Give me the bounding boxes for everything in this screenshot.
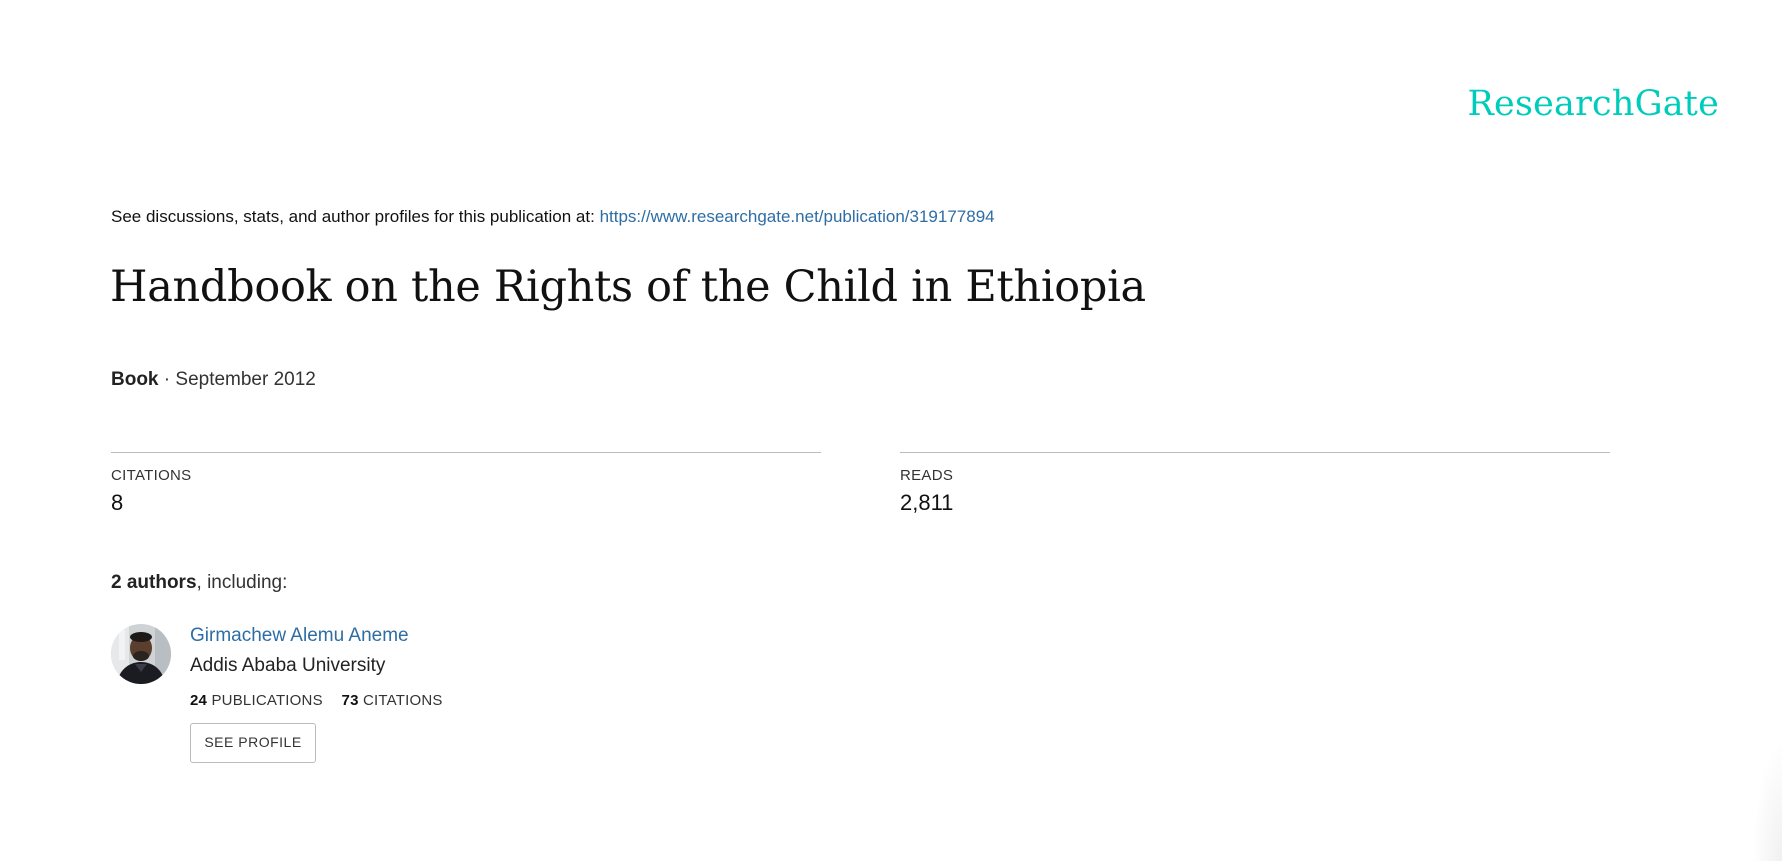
author-info: Girmachew Alemu Aneme Addis Ababa Univer… — [190, 624, 443, 763]
header-intro-text: See discussions, stats, and author profi… — [111, 207, 595, 226]
author-avatar[interactable] — [111, 624, 171, 684]
author-citations-label: CITATIONS — [363, 692, 443, 709]
reads-label: READS — [900, 467, 954, 484]
author-stats: 24 PUBLICATIONS 73 CITATIONS — [190, 692, 443, 709]
reads-stat: READS 2,811 — [900, 452, 1610, 516]
publication-url-link[interactable]: https://www.researchgate.net/publication… — [600, 207, 995, 226]
avatar-portrait-icon — [111, 624, 171, 684]
publication-meta: Book · September 2012 — [111, 369, 316, 391]
reads-value: 2,811 — [900, 490, 954, 515]
citations-stat: CITATIONS 8 — [111, 452, 821, 516]
author-citations-count: 73 — [341, 692, 359, 709]
publication-date: September 2012 — [175, 369, 316, 390]
publication-cover-page: ResearchGate See discussions, stats, and… — [0, 0, 1782, 861]
see-profile-button[interactable]: SEE PROFILE — [190, 723, 316, 763]
author-institution: Addis Ababa University — [190, 655, 386, 676]
header-line: See discussions, stats, and author profi… — [111, 207, 995, 227]
citations-value: 8 — [111, 490, 124, 515]
page-corner-shadow — [1752, 741, 1782, 861]
author-publications-label: PUBLICATIONS — [211, 692, 323, 709]
meta-separator: · — [158, 369, 176, 390]
authors-count: 2 authors — [111, 572, 197, 593]
author-publications-count: 24 — [190, 692, 208, 709]
author-name-link[interactable]: Girmachew Alemu Aneme — [190, 625, 443, 647]
authors-suffix: , including: — [196, 572, 288, 593]
publication-type: Book — [111, 369, 159, 390]
publication-title: Handbook on the Rights of the Child in E… — [110, 262, 1146, 312]
researchgate-logo[interactable]: ResearchGate — [1468, 84, 1720, 124]
authors-summary: 2 authors, including: — [111, 572, 287, 594]
citations-label: CITATIONS — [111, 467, 192, 484]
